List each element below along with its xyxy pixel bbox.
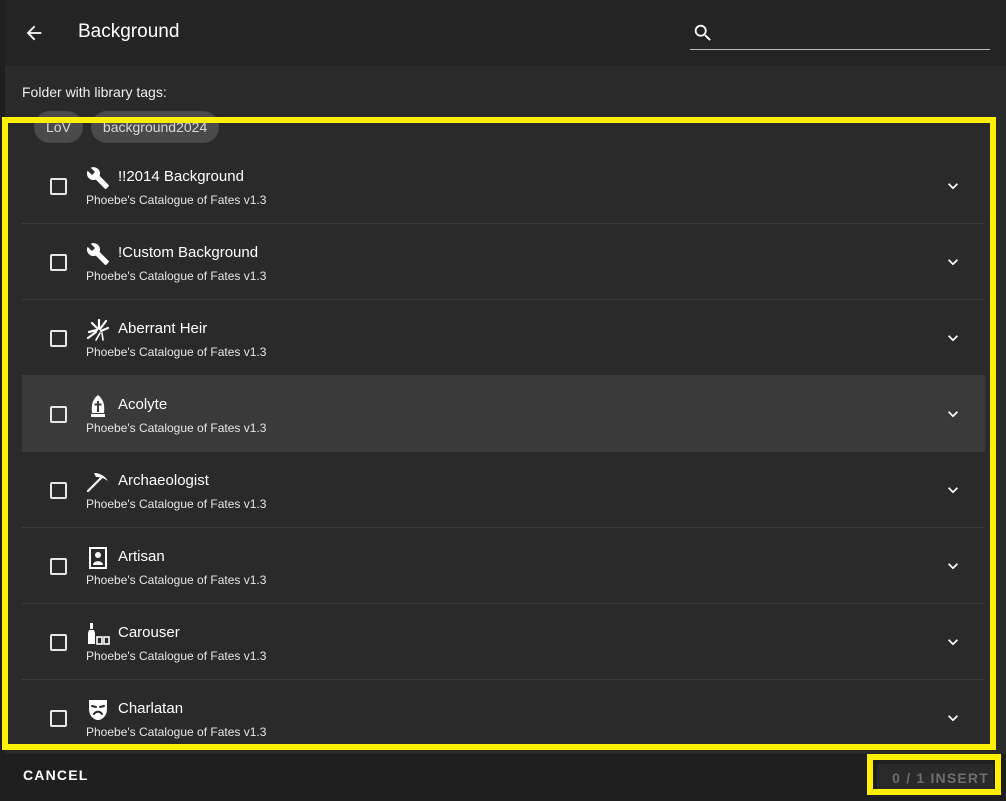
- item-checkbox[interactable]: [50, 406, 67, 423]
- chevron-down-icon[interactable]: [943, 556, 963, 576]
- page-title: Background: [78, 21, 180, 42]
- theater-mask-icon: [89, 700, 107, 720]
- folder-tags-label: Folder with library tags:: [22, 84, 167, 100]
- list-item[interactable]: Carouser Phoebe's Catalogue of Fates v1.…: [22, 604, 985, 680]
- chevron-down-icon[interactable]: [943, 252, 963, 272]
- arrow-left-icon: [26, 25, 42, 41]
- list-item[interactable]: Archaeologist Phoebe's Catalogue of Fate…: [22, 452, 985, 528]
- item-checkbox[interactable]: [50, 710, 67, 727]
- item-checkbox[interactable]: [50, 330, 67, 347]
- chevron-down-icon[interactable]: [943, 632, 963, 652]
- top-app-bar: Background: [5, 0, 1006, 66]
- cancel-button[interactable]: CANCEL: [23, 767, 89, 783]
- list-item[interactable]: Acolyte Phoebe's Catalogue of Fates v1.3: [22, 376, 985, 452]
- item-title: Artisan: [118, 548, 165, 565]
- tag-chip-lov[interactable]: LoV: [34, 111, 83, 143]
- search-field[interactable]: [690, 18, 990, 50]
- portrait-icon: [89, 547, 107, 569]
- item-source: Phoebe's Catalogue of Fates v1.3: [86, 725, 267, 739]
- library-content: Folder with library tags: LoV background…: [5, 66, 1006, 754]
- back-button[interactable]: [19, 18, 49, 48]
- item-checkbox[interactable]: [50, 482, 67, 499]
- item-checkbox[interactable]: [50, 178, 67, 195]
- item-title: Acolyte: [118, 396, 168, 413]
- item-source: Phoebe's Catalogue of Fates v1.3: [86, 573, 267, 587]
- chevron-down-icon[interactable]: [943, 480, 963, 500]
- item-title: Carouser: [118, 624, 180, 641]
- list-item[interactable]: Charlatan Phoebe's Catalogue of Fates v1…: [22, 680, 985, 754]
- item-title: Charlatan: [118, 700, 184, 717]
- bottle-glasses-icon: [88, 623, 110, 645]
- item-title: Archaeologist: [118, 472, 209, 489]
- item-title: !Custom Background: [118, 244, 259, 261]
- background-list: !!2014 Background Phoebe's Catalogue of …: [22, 148, 985, 754]
- wrench-icon: [86, 243, 109, 265]
- item-source: Phoebe's Catalogue of Fates v1.3: [86, 497, 267, 511]
- mitre-icon: [91, 395, 105, 417]
- list-item[interactable]: !Custom Background Phoebe's Catalogue of…: [22, 224, 985, 300]
- item-source: Phoebe's Catalogue of Fates v1.3: [86, 193, 267, 207]
- claw-burst-icon: [86, 318, 110, 341]
- tag-chips: LoV background2024: [34, 111, 220, 143]
- item-title: !!2014 Background: [118, 168, 244, 185]
- item-checkbox[interactable]: [50, 254, 67, 271]
- item-checkbox[interactable]: [50, 634, 67, 651]
- insert-button[interactable]: 0 / 1 INSERT: [877, 764, 993, 792]
- chevron-down-icon[interactable]: [943, 176, 963, 196]
- item-checkbox[interactable]: [50, 558, 67, 575]
- search-icon: [694, 24, 711, 41]
- chevron-down-icon[interactable]: [943, 708, 963, 728]
- item-title: Aberrant Heir: [118, 320, 208, 337]
- item-source: Phoebe's Catalogue of Fates v1.3: [86, 269, 267, 283]
- list-item[interactable]: Aberrant Heir Phoebe's Catalogue of Fate…: [22, 300, 985, 376]
- item-source: Phoebe's Catalogue of Fates v1.3: [86, 345, 267, 359]
- item-source: Phoebe's Catalogue of Fates v1.3: [86, 649, 267, 663]
- pickaxe-icon: [86, 473, 108, 493]
- wrench-icon: [86, 167, 109, 189]
- list-item[interactable]: !!2014 Background Phoebe's Catalogue of …: [22, 148, 985, 224]
- dialog-footer: CANCEL 0 / 1 INSERT: [0, 754, 1006, 801]
- search-input[interactable]: [722, 20, 986, 48]
- item-source: Phoebe's Catalogue of Fates v1.3: [86, 421, 267, 435]
- chevron-down-icon[interactable]: [943, 404, 963, 424]
- chevron-down-icon[interactable]: [943, 328, 963, 348]
- tag-chip-background2024[interactable]: background2024: [90, 111, 220, 143]
- list-item[interactable]: Artisan Phoebe's Catalogue of Fates v1.3: [22, 528, 985, 604]
